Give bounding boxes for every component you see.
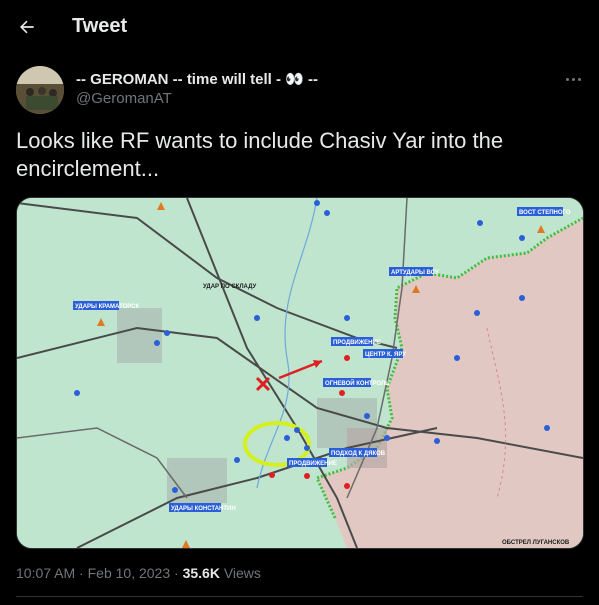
map-label-fire-control: ОГНЕВОЙ КОНТРОЛЬ — [325, 379, 390, 387]
map-label-assault: ПОДХОД К ДЯКОВ — [331, 451, 386, 457]
back-button[interactable] — [10, 10, 44, 44]
map-label-strikes-konstantinovka: УДАРЫ КОНСТАНТИН — [171, 506, 236, 512]
views-count: 35.6K — [182, 565, 220, 581]
meta-separator: · — [79, 565, 88, 581]
meta-separator: · — [174, 565, 183, 581]
map-label-shelling: ОБСТРЕЛ ЛУГАНСКОВ — [502, 540, 570, 546]
map-label-artillery: АРТУДАРЫ ВСУ — [391, 270, 439, 276]
views-label: Views — [223, 565, 261, 581]
map-label-strikes-kramatorsk: УДАРЫ КРАМАТОРСК — [75, 304, 139, 310]
map-label-center: ЦЕНТР К. ЯРУ — [365, 352, 406, 358]
tweet-text: Looks like RF wants to include Chasiv Ya… — [16, 128, 504, 181]
map-label-strike-depot: УДАР ПО СКЛАДУ — [203, 284, 256, 290]
author-display-name[interactable]: -- GEROMAN -- time will tell - 👀 -- — [76, 70, 318, 88]
map-label-advance-2: ПРОДВИЖЕНИЕ — [289, 461, 337, 467]
more-dots-icon — [565, 77, 569, 81]
back-arrow-icon — [20, 20, 34, 34]
map-image: ВОСТ СТЕПНОГО УДАР ПО СКЛАДУ УДАРЫ КРАМА… — [17, 198, 583, 548]
map-label-top-right: ВОСТ СТЕПНОГО — [519, 210, 571, 216]
more-options-button[interactable] — [560, 66, 586, 92]
author-handle[interactable]: @GeromanAT — [76, 90, 172, 107]
page-title: Tweet — [72, 15, 128, 37]
tweet-date[interactable]: Feb 10, 2023 — [88, 565, 171, 581]
map-label-advance-1: ПРОДВИЖЕНИЕ — [333, 340, 381, 346]
tweet-time[interactable]: 10:07 AM — [16, 565, 75, 581]
avatar-image — [16, 66, 64, 114]
divider — [16, 596, 583, 597]
avatar[interactable] — [16, 66, 64, 114]
tweet-meta: 10:07 AM · Feb 10, 2023 · 35.6K Views — [16, 565, 261, 581]
top-bar: Tweet — [0, 0, 599, 53]
tweet-media-map[interactable]: ВОСТ СТЕПНОГО УДАР ПО СКЛАДУ УДАРЫ КРАМА… — [16, 197, 584, 549]
